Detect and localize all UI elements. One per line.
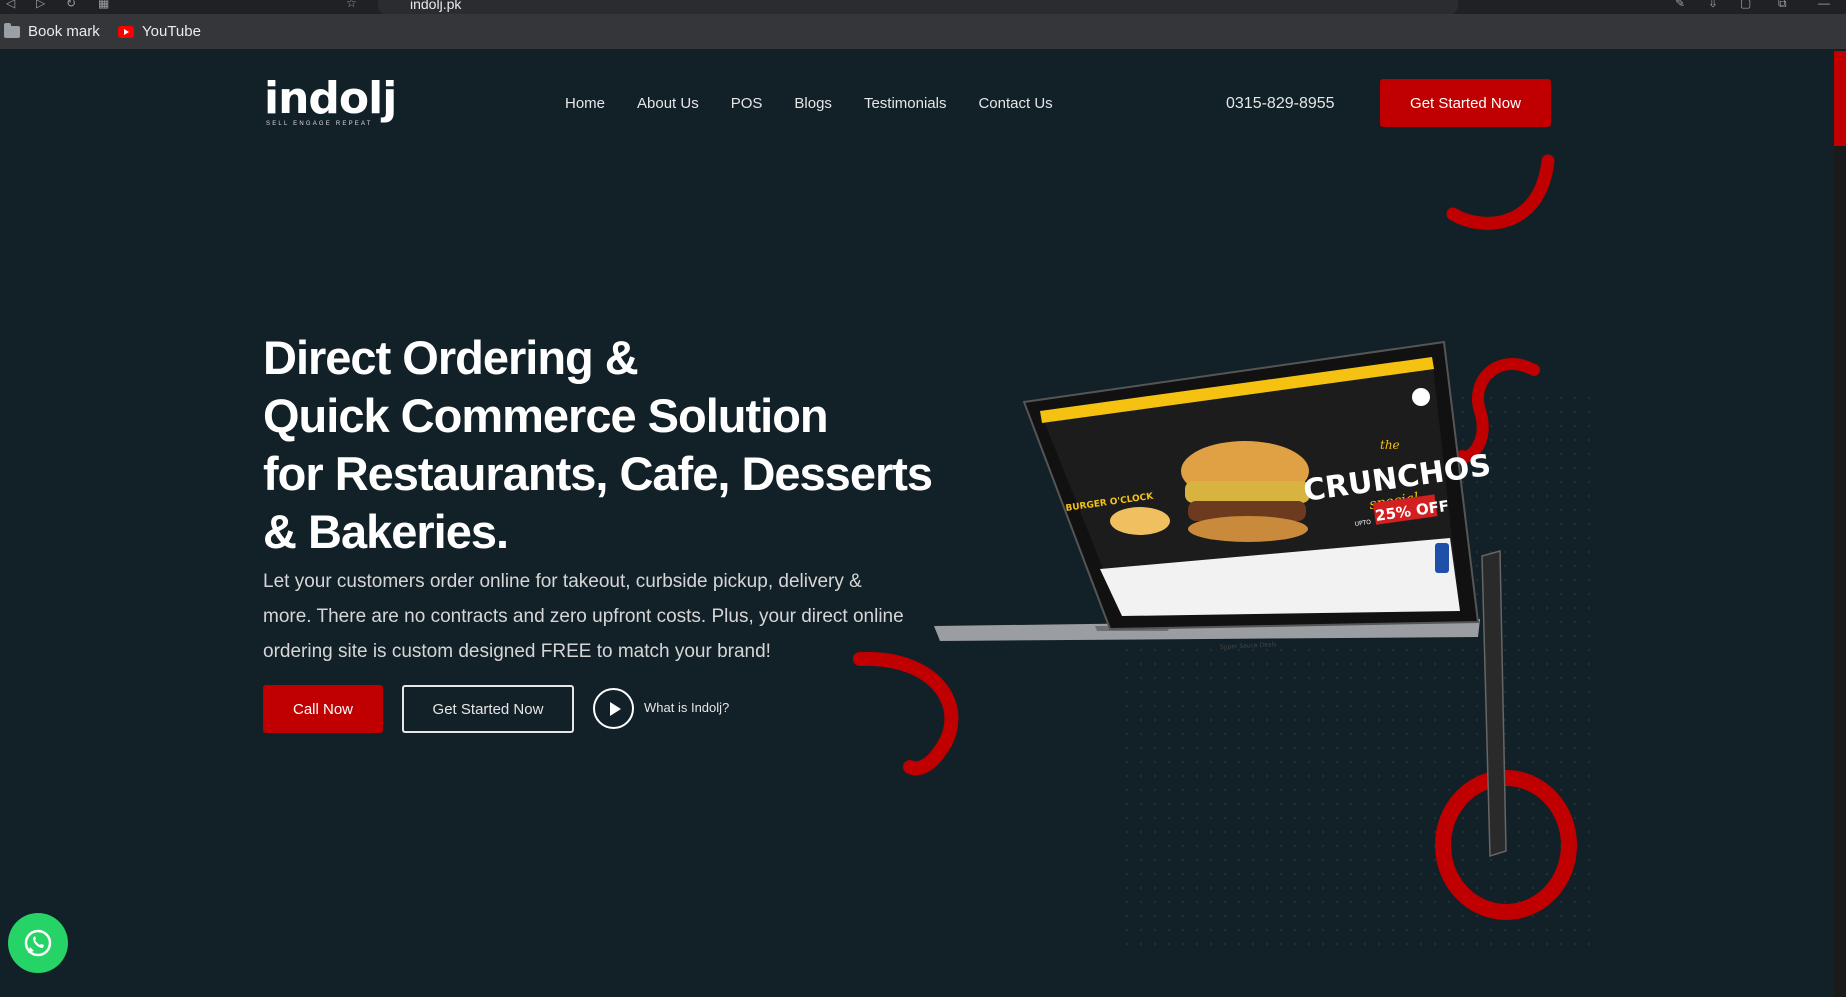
promo-the: the (1380, 438, 1400, 452)
hero-title: Direct Ordering & Quick Commerce Solutio… (263, 329, 933, 561)
hero-title-line: Quick Commerce Solution (263, 389, 829, 442)
page: the CRUNCHOS special 25% OFF UPTO BURGER… (0, 51, 1834, 997)
apps-icon[interactable]: ▦ (98, 0, 109, 10)
forward-icon[interactable]: ▷ (36, 0, 45, 10)
fries-basket (1110, 507, 1170, 535)
phone-mockup (1481, 550, 1507, 858)
scrollbar-thumb[interactable] (1834, 51, 1846, 146)
page-scrollbar[interactable] (1834, 51, 1846, 997)
menu-icon[interactable]: — (1818, 0, 1830, 10)
back-icon[interactable]: ◁ (6, 0, 15, 10)
hero-subtitle: Let your customers order online for take… (263, 571, 904, 662)
hero-title-line: for Restaurants, Cafe, Desserts (263, 447, 933, 500)
bookmark-star-icon[interactable]: ☆ (346, 0, 357, 10)
nav-testimonials[interactable]: Testimonials (864, 95, 947, 112)
hero-title-line: Direct Ordering & (263, 331, 639, 384)
bookmark-youtube[interactable]: YouTube (118, 23, 201, 40)
split-icon[interactable]: ⧉ (1778, 0, 1787, 11)
burger-cheese (1185, 481, 1310, 503)
nav-contact-us[interactable]: Contact Us (978, 95, 1052, 112)
download-icon[interactable]: ⇩ (1708, 0, 1718, 10)
burger-bun-bottom (1188, 516, 1308, 542)
folder-icon (4, 22, 20, 38)
drink-can (1435, 543, 1449, 573)
window-icon[interactable]: ▢ (1740, 0, 1751, 10)
address-url[interactable]: indolj.pk (410, 0, 461, 12)
hero-title-line: & Bakeries. (263, 505, 509, 558)
whatsapp-button[interactable] (8, 913, 68, 973)
call-now-button[interactable]: Call Now (263, 685, 383, 733)
play-icon[interactable] (593, 688, 634, 729)
logo-wordmark: indolj (264, 73, 397, 124)
youtube-icon (118, 25, 134, 38)
reload-icon[interactable]: ↻ (66, 0, 76, 10)
video-link[interactable]: What is Indolj? (644, 700, 729, 715)
nav-pos[interactable]: POS (731, 95, 763, 112)
bookmark-label: Book mark (28, 23, 100, 40)
header-phone[interactable]: 0315-829-8955 (1226, 95, 1335, 113)
bookmarks-bar: Book mark YouTube (0, 14, 1846, 50)
extension-icon[interactable]: ✎ (1675, 0, 1685, 10)
nav-about-us[interactable]: About Us (637, 95, 699, 112)
pointer-dot (1412, 388, 1430, 406)
header-get-started-button[interactable]: Get Started Now (1380, 79, 1551, 127)
screen-footer-text: Super Sauce Deals (1220, 641, 1277, 651)
nav-home[interactable]: Home (565, 95, 605, 112)
browser-toolbar: ◁ ▷ ↻ ▦ ☆ indolj.pk ✎ ⇩ ▢ ⧉ — (0, 0, 1846, 14)
site-logo[interactable]: indolj SELL ENGAGE REPEAT (264, 73, 397, 128)
address-bar[interactable]: indolj.pk (378, 0, 1458, 14)
nav-blogs[interactable]: Blogs (794, 95, 832, 112)
whatsapp-icon (24, 929, 52, 957)
hero-get-started-button[interactable]: Get Started Now (402, 685, 574, 733)
bookmark-label: YouTube (142, 23, 201, 40)
bookmark-folder[interactable]: Book mark (4, 22, 100, 40)
main-nav: Home About Us POS Blogs Testimonials Con… (565, 95, 1053, 112)
